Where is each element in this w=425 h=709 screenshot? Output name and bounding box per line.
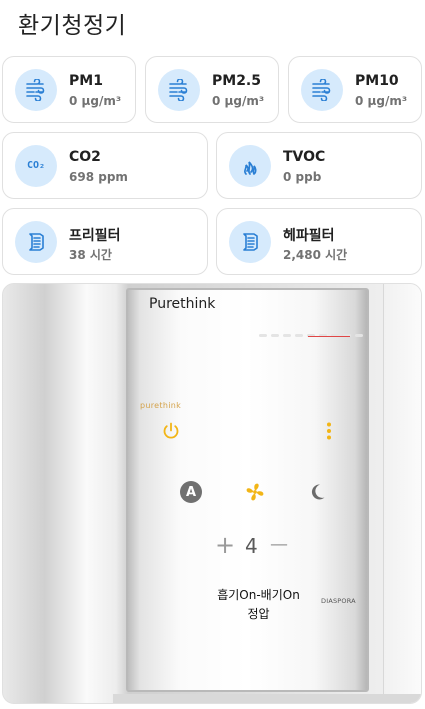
- sensor-label: TVOC: [283, 149, 326, 165]
- moon-icon: [311, 484, 325, 500]
- co2-icon-text: CO₂: [26, 160, 46, 171]
- airwaves-icon: [158, 68, 200, 111]
- page-title: 환기청정기: [18, 13, 127, 39]
- auto-mode-button[interactable]: A: [180, 481, 202, 503]
- flame-icon: [229, 144, 271, 187]
- sensor-label: CO2: [69, 149, 101, 165]
- sensor-label: PM1: [69, 73, 103, 89]
- operation-mode-text: 흡기On-배기On 정압: [201, 586, 316, 624]
- fan-speed-value: 4: [245, 534, 258, 558]
- filter-icon: [15, 220, 57, 263]
- device-shelf: [113, 694, 421, 703]
- sensor-card-pm25[interactable]: PM2.5 0 µg/m³: [145, 56, 279, 123]
- sensor-label: PM2.5: [212, 73, 261, 89]
- airwaves-icon: [301, 68, 343, 111]
- sensor-value: 0 ppb: [283, 170, 322, 184]
- plus-icon: +: [214, 531, 236, 559]
- filter-card-pre[interactable]: 프리필터 38 시간: [2, 208, 208, 275]
- speed-decrease-button[interactable]: —: [269, 534, 289, 556]
- more-options-button[interactable]: [321, 419, 337, 443]
- more-vertical-icon: [327, 422, 331, 440]
- filter-label: 헤파필터: [283, 228, 335, 244]
- sensor-card-tvoc[interactable]: TVOC 0 ppb: [216, 132, 422, 199]
- filter-icon: [229, 220, 271, 263]
- minus-icon: —: [270, 534, 288, 555]
- mode-line-2: 정압: [247, 607, 270, 621]
- filter-label: 프리필터: [69, 228, 121, 244]
- device-brand-small: purethink: [140, 401, 182, 410]
- sensor-label: PM10: [355, 73, 399, 89]
- filter-card-hepa[interactable]: 헤파필터 2,480 시간: [216, 208, 422, 275]
- device-card: Purethink purethink A + 4 — 흡기On-배기On 정압…: [2, 283, 422, 704]
- sensor-card-pm10[interactable]: PM10 0 µg/m³: [288, 56, 422, 123]
- co2-icon: CO₂: [15, 144, 57, 187]
- speed-increase-button[interactable]: +: [214, 531, 236, 559]
- filter-value: 38 시간: [69, 248, 112, 262]
- device-brand-label: Purethink: [149, 296, 216, 312]
- mode-line-1: 흡기On-배기On: [217, 588, 300, 602]
- fan-icon: [246, 483, 264, 501]
- night-mode-button[interactable]: [306, 481, 328, 503]
- power-button[interactable]: [159, 419, 183, 443]
- sensor-value: 0 µg/m³: [69, 94, 122, 108]
- sensor-card-pm1[interactable]: PM1 0 µg/m³: [2, 56, 136, 123]
- maker-label: DIASPORA: [321, 597, 356, 605]
- auto-letter: A: [185, 484, 197, 500]
- status-red-line: [308, 336, 350, 337]
- wall-edge: [383, 284, 421, 703]
- sensor-value: 0 µg/m³: [355, 94, 408, 108]
- power-icon: [163, 422, 179, 439]
- sensor-card-co2[interactable]: CO₂ CO2 698 ppm: [2, 132, 208, 199]
- sensor-value: 0 µg/m³: [212, 94, 265, 108]
- sensor-value: 698 ppm: [69, 170, 128, 184]
- airwaves-icon: [15, 68, 57, 111]
- fan-button[interactable]: [243, 480, 267, 504]
- filter-value: 2,480 시간: [283, 248, 348, 262]
